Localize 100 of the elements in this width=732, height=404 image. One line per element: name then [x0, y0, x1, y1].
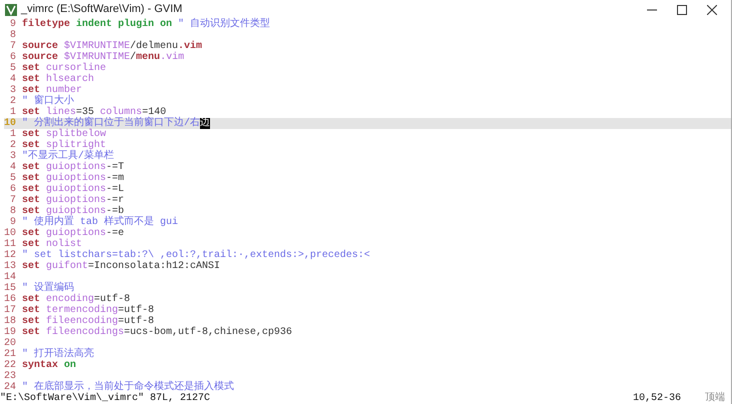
code-token: =utf-8: [118, 316, 154, 327]
line-number: 5: [8, 173, 17, 184]
close-icon: [707, 4, 717, 14]
code-token: " 分割出来的窗口位于当前窗口下边/右: [22, 118, 200, 129]
line-number: 13: [4, 261, 18, 272]
code-token: " 在底部显示，当前处于命令模式还是插入模式: [22, 382, 234, 393]
line-number: 19: [4, 327, 18, 338]
code-token: set: [22, 316, 40, 327]
code-token: set: [22, 327, 40, 338]
code-token: guioptions: [45, 184, 106, 195]
code-token: "不显示工具/菜单栏: [22, 151, 114, 162]
code-token: set: [22, 140, 40, 151]
code-token: nolist: [45, 239, 82, 250]
line-number: 24: [4, 382, 16, 393]
line-number: 20: [4, 338, 18, 349]
cursor-position: 10,52-36: [632, 393, 681, 404]
line-number: 22: [4, 360, 18, 371]
code-token: set: [22, 195, 40, 206]
code-token: set: [22, 85, 40, 96]
line-number: 10: [4, 228, 18, 239]
code-token: set: [22, 63, 40, 74]
code-token: set: [22, 261, 40, 272]
line-number: 7: [8, 41, 17, 52]
line-number: 23: [4, 371, 18, 382]
code-token: splitright: [46, 140, 106, 151]
code-token: source: [22, 52, 58, 63]
code-token: guifont: [45, 261, 88, 272]
code-token: set: [22, 184, 40, 195]
line-number: 5: [8, 63, 17, 74]
line-number: 2: [8, 140, 17, 151]
code-token: set: [22, 294, 40, 305]
code-token: lines: [46, 107, 76, 118]
code-token: $VIMRUNTIME: [64, 52, 130, 63]
line-number: 8: [8, 206, 17, 217]
code-token: =ucs-bom,utf-8,chinese,cp936: [124, 327, 292, 338]
code-token: indent plugin on: [75, 19, 172, 30]
code-token: filetype: [22, 19, 70, 30]
line-number: 21: [4, 349, 18, 360]
code-token: cursorline: [45, 63, 106, 74]
maximize-icon: [677, 4, 687, 14]
code-token: =utf-8: [94, 294, 130, 305]
line-number: 9: [8, 217, 17, 228]
code-token: -=b: [106, 206, 124, 217]
code-token: =utf-8: [118, 305, 154, 316]
code-token: -=e: [106, 228, 124, 239]
line-number: 6: [8, 184, 17, 195]
code-token: number: [45, 85, 82, 96]
code-token: " 窗口大小: [22, 96, 74, 107]
code-token: on: [63, 360, 76, 371]
line-number: 1: [8, 107, 17, 118]
code-token: guioptions: [46, 206, 106, 217]
code-token: /delmenu: [130, 41, 178, 52]
line-number: 1: [8, 129, 17, 140]
code-token: .vim: [160, 52, 184, 63]
code-token: set: [22, 162, 40, 173]
line-number: 9: [8, 19, 17, 30]
code-token: =140: [142, 107, 166, 118]
code-token: " 打开语法高亮: [22, 349, 94, 360]
code-token: set: [22, 107, 40, 118]
code-token: guioptions: [45, 228, 106, 239]
line-number: 16: [4, 294, 18, 305]
line-number: 4: [8, 74, 17, 85]
code-token: /: [130, 52, 136, 63]
code-token: " 使用内置 tab 样式而不是 gui: [22, 217, 178, 228]
code-token: .vim: [178, 41, 202, 52]
code-token: set: [22, 206, 40, 217]
line-number: 15: [4, 283, 18, 294]
line-number: 6: [8, 52, 17, 63]
code-token: set: [22, 74, 40, 85]
line-number: 7: [8, 195, 17, 206]
code-token: =Inconsolata:h12:cANSI: [88, 261, 220, 272]
code-token: encoding: [45, 294, 94, 305]
code-token: fileencoding: [45, 316, 118, 327]
code-token: -=T: [106, 162, 124, 173]
line-number: 4: [8, 162, 17, 173]
code-token: -=m: [106, 173, 124, 184]
code-token: set: [22, 173, 40, 184]
status-message: "E:\SoftWare\Vim\_vimrc" 87L, 2127C: [0, 393, 210, 404]
line-number: 14: [4, 272, 18, 283]
code-token: " 自动识别文件类型: [177, 19, 270, 30]
line-number: 3: [8, 85, 17, 96]
code-token: splitbelow: [45, 129, 106, 140]
app-icon: [5, 4, 17, 16]
code-token: syntax: [22, 360, 58, 371]
code-token: fileencodings: [45, 327, 124, 338]
code-token: $VIMRUNTIME: [63, 41, 130, 52]
code-token: columns: [99, 107, 142, 118]
code-token: guioptions: [45, 173, 106, 184]
code-token: menu: [136, 52, 160, 63]
code-token: =35: [76, 107, 94, 118]
scroll-position: 顶端: [705, 393, 725, 404]
line-number: 11: [4, 239, 18, 250]
code-token: set: [22, 239, 40, 250]
line-number: 12: [4, 250, 18, 261]
line-number: 10: [4, 118, 18, 129]
code-token: set: [22, 228, 40, 239]
code-token: guioptions: [45, 162, 106, 173]
code-token: " 设置编码: [22, 283, 74, 294]
code-token: -=r: [106, 195, 124, 206]
code-token: -=L: [106, 184, 124, 195]
